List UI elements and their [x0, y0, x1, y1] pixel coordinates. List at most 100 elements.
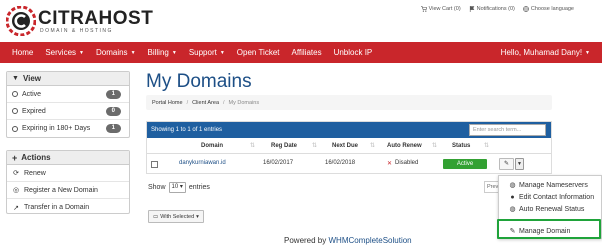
cart-icon [420, 6, 427, 12]
page-title: My Domains [146, 71, 252, 92]
logo-title: CITRAHOST [38, 7, 154, 29]
next-due-cell: 16/02/2018 [325, 160, 356, 166]
sort-icon: ⇅ [432, 143, 438, 149]
view-cart-label: View Cart (0) [428, 6, 461, 12]
count-badge: 0 [105, 107, 121, 116]
breadcrumb-portal-home[interactable]: Portal Home [152, 100, 183, 106]
nav-services[interactable]: Services ▼ [39, 42, 90, 63]
flag-icon [469, 6, 474, 12]
view-filter-label: Active [22, 90, 42, 98]
nav-home-label: Home [12, 48, 34, 57]
action-label: Transfer in a Domain [24, 204, 90, 211]
action-label: Renew [24, 169, 46, 177]
nav-affiliates[interactable]: Affiliates [285, 42, 327, 63]
caret-down-icon: ▼ [79, 49, 84, 56]
show-entries: Show 10 ▾ entries [148, 182, 210, 193]
notifications-link[interactable]: Notifications (0) [469, 6, 515, 12]
with-selected-label: With Selected [160, 213, 195, 220]
share-icon: ↗ [13, 204, 19, 212]
menu-item-label: Manage Nameservers [519, 181, 588, 189]
globe-icon: ◍ [509, 206, 516, 213]
nav-domains[interactable]: Domains ▼ [90, 42, 142, 63]
action-transfer-domain[interactable]: ↗ Transfer in a Domain [7, 199, 129, 216]
action-renew[interactable]: ⟳ Renew [7, 165, 129, 182]
view-cart-link[interactable]: View Cart (0) [420, 6, 461, 12]
menu-item-label: Edit Contact Information [519, 193, 595, 201]
nav-services-label: Services [45, 48, 77, 57]
caret-down-icon: ▾ [196, 213, 199, 220]
auto-renew-cell: Disabled [395, 160, 419, 166]
entries-label: entries [188, 184, 210, 191]
view-filter-label: Expired [22, 107, 46, 115]
table-search-input[interactable]: Enter search term... [469, 124, 546, 136]
actions-panel-header: + Actions [7, 151, 129, 165]
refresh-icon: ⟳ [13, 170, 19, 177]
action-register-domain[interactable]: ◎ Register a New Domain [7, 182, 129, 199]
column-header-auto-renew[interactable]: Auto Renew [387, 143, 422, 149]
view-filter-expired[interactable]: Expired 0 [7, 103, 129, 120]
view-filter-expiring[interactable]: Expiring in 180+ Days 1 [7, 120, 129, 137]
manage-domain-highlight [497, 219, 601, 239]
caret-down-icon: ▼ [171, 49, 177, 56]
view-panel: ▼ View Active 1 Expired 0 Expiring in 18… [6, 71, 130, 138]
main-nav: Home Services ▼ Domains ▼ Billing ▼ Support… [0, 42, 602, 63]
breadcrumb-separator: / [223, 99, 225, 106]
count-badge: 1 [105, 90, 121, 99]
nav-support[interactable]: Support ▼ [183, 42, 231, 63]
footer: Powered by WHMCompleteSolution [284, 236, 412, 245]
view-filter-label: Expiring in 180+ Days [22, 125, 91, 132]
user-icon: ● [510, 193, 515, 201]
choose-language-label: Choose language [530, 6, 574, 12]
row-actions-toggle[interactable]: ▼ [515, 158, 524, 170]
whmcs-link[interactable]: WHMCompleteSolution [328, 236, 411, 245]
logo[interactable]: CITRAHOST DOMAIN & HOSTING [6, 6, 153, 36]
caret-down-icon: ▼ [219, 49, 225, 56]
column-header-status[interactable]: Status [452, 143, 470, 149]
column-header-next-due[interactable]: Next Due [332, 143, 358, 149]
sort-icon: ⇅ [484, 143, 490, 149]
menu-edit-contact-information[interactable]: ● Edit Contact Information [499, 191, 602, 203]
nav-billing-label: Billing [147, 48, 169, 57]
nav-open-ticket[interactable]: Open Ticket [231, 42, 286, 63]
folder-icon: ▭ [153, 213, 159, 220]
user-menu[interactable]: Hello, Muhamad Dany! ▼ [501, 42, 590, 63]
domain-link[interactable]: danykurniawan.id [179, 160, 226, 166]
powered-by-label: Powered by [284, 236, 327, 245]
nav-unblock-ip-label: Unblock IP [333, 48, 373, 57]
table-toolbar: Showing 1 to 1 of 1 entries Enter search… [147, 122, 551, 138]
table-info: Showing 1 to 1 of 1 entries [151, 127, 223, 133]
menu-auto-renewal-status[interactable]: ◍ Auto Renewal Status [499, 203, 602, 215]
breadcrumb-current: My Domains [228, 99, 260, 106]
nav-billing[interactable]: Billing ▼ [142, 42, 183, 63]
nav-home[interactable]: Home [0, 42, 39, 63]
action-label: Register a New Domain [24, 186, 98, 194]
nav-unblock-ip[interactable]: Unblock IP [328, 42, 379, 63]
wrench-icon[interactable]: ✎ [499, 158, 514, 170]
column-header-reg-date[interactable]: Reg Date [271, 143, 297, 149]
status-badge: Active [443, 159, 487, 169]
nav-open-ticket-label: Open Ticket [236, 48, 280, 57]
notifications-label: Notifications (0) [476, 6, 515, 12]
menu-manage-nameservers[interactable]: ◍ Manage Nameservers [499, 179, 602, 191]
choose-language-link[interactable]: Choose language [522, 6, 574, 12]
globe-icon: ◎ [12, 187, 20, 194]
row-checkbox[interactable] [151, 161, 158, 168]
with-selected-button[interactable]: ▭ With Selected ▾ [148, 210, 204, 223]
page-length-select[interactable]: 10 ▾ [168, 182, 186, 193]
caret-down-icon: ▼ [130, 49, 136, 56]
view-panel-title: View [22, 74, 42, 83]
view-filter-active[interactable]: Active 1 [7, 86, 129, 103]
nav-domains-label: Domains [95, 48, 128, 57]
radio-icon [12, 91, 18, 97]
user-greeting: Hello, Muhamad Dany! [500, 48, 583, 57]
view-panel-header: ▼ View [7, 72, 129, 86]
actions-panel: + Actions ⟳ Renew ◎ Register a New Domai… [6, 150, 130, 214]
column-header-domain[interactable]: Domain [201, 143, 223, 149]
breadcrumb-client-area[interactable]: Client Area [192, 100, 219, 106]
sort-icon: ⇅ [370, 143, 376, 149]
table-row: danykurniawan.id 16/02/2017 16/02/2018 ✕… [147, 154, 551, 174]
previous-page-button[interactable]: Previous [484, 181, 498, 193]
top-links: View Cart (0) Notifications (0) Choose l… [420, 6, 574, 12]
citrahost-logo-mark [6, 6, 36, 36]
nav-support-label: Support [188, 48, 217, 57]
